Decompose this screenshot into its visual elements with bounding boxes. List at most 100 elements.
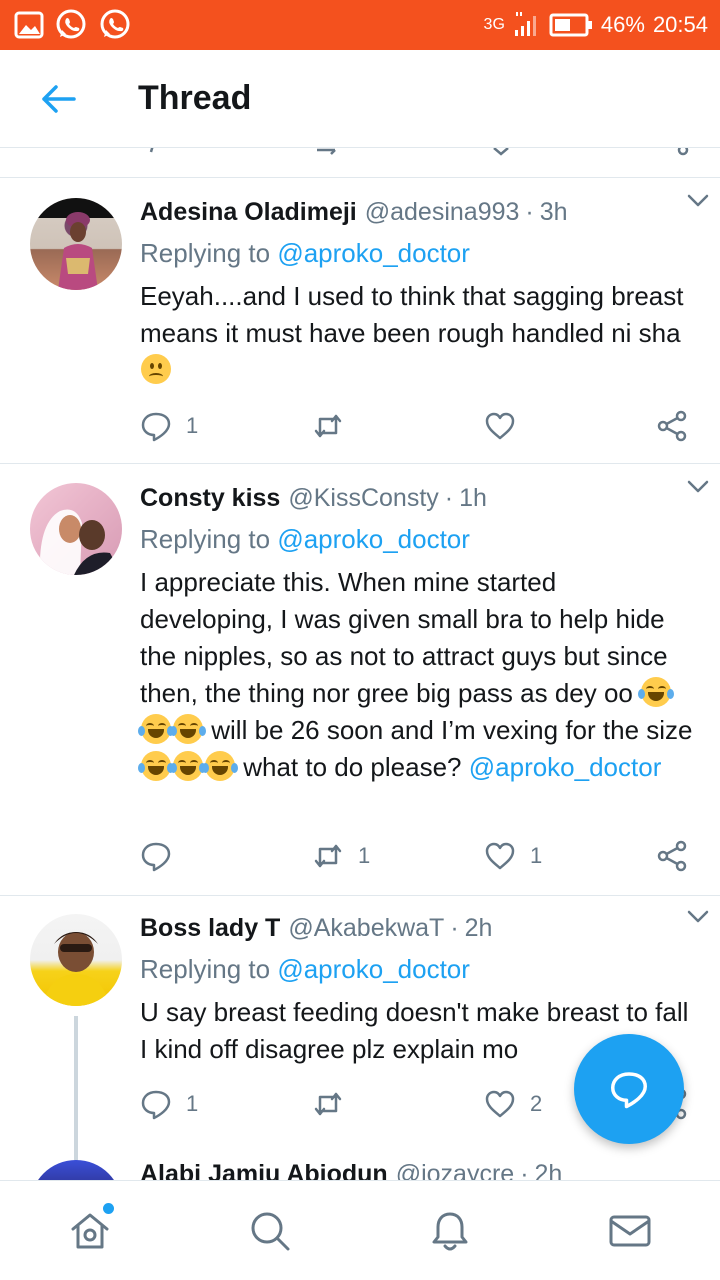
reply-button[interactable] xyxy=(140,836,186,876)
network-type: 3G xyxy=(483,16,505,33)
replying-prefix: Replying to xyxy=(140,954,271,984)
tweet-header: Consty kiss @KissConsty · 1h xyxy=(140,484,696,520)
timestamp: 3h xyxy=(539,198,568,226)
display-name[interactable]: Adesina Oladimeji xyxy=(140,198,357,227)
retweet-icon xyxy=(314,844,342,868)
back-button[interactable] xyxy=(28,69,88,129)
share-icon xyxy=(657,840,687,872)
tweet-text-part: what to do please? xyxy=(243,752,462,782)
avatar[interactable] xyxy=(30,198,122,290)
replying-to: Replying to @aproko_doctor xyxy=(140,524,696,560)
avatar-image xyxy=(39,509,122,575)
tears-of-joy-emoji-icon xyxy=(170,751,206,781)
retweet-icon xyxy=(314,414,342,438)
display-name[interactable]: Boss lady T xyxy=(140,914,280,943)
retweet-icon xyxy=(317,148,336,155)
tweet-text: Eeyah....and I used to think that saggin… xyxy=(140,278,696,389)
user-handle[interactable]: @adesina993 xyxy=(365,198,520,227)
reply-button[interactable]: 1 xyxy=(140,406,198,446)
tears-of-joy-emoji-icon xyxy=(138,714,174,744)
user-handle[interactable]: @KissConsty xyxy=(288,484,438,513)
nav-messages[interactable] xyxy=(608,1209,652,1253)
separator: · xyxy=(520,1160,529,1180)
avatar[interactable] xyxy=(30,1160,122,1180)
share-button[interactable] xyxy=(656,406,688,446)
tweet[interactable]: Adesina Oladimeji @adesina993 · 3h Reply… xyxy=(0,178,720,464)
nav-notifications[interactable] xyxy=(428,1209,472,1253)
separator: · xyxy=(525,198,534,226)
tears-of-joy-emoji-icon xyxy=(638,677,675,707)
heart-icon xyxy=(493,148,509,156)
replying-prefix: Replying to xyxy=(140,524,271,554)
notification-icons xyxy=(14,8,132,42)
timestamp: 1h xyxy=(459,484,487,512)
tweet-actions: 1 xyxy=(140,406,700,446)
like-button[interactable]: 1 xyxy=(484,836,542,876)
battery-icon xyxy=(549,13,592,37)
avatar[interactable] xyxy=(30,483,122,575)
replying-to: Replying to @aproko_doctor xyxy=(140,954,696,990)
app-header: Thread xyxy=(0,50,720,148)
whatsapp-icon xyxy=(56,9,86,39)
heart-icon xyxy=(485,1090,515,1118)
retweet-button[interactable] xyxy=(312,406,358,446)
thread-feed[interactable]: Adesina Oladimeji @adesina993 · 3h Reply… xyxy=(0,148,720,1180)
tweet-actions: 1 1 xyxy=(140,836,700,876)
tweet[interactable]: Consty kiss @KissConsty · 1h Replying to… xyxy=(0,464,720,896)
retweet-button[interactable] xyxy=(312,1084,358,1124)
like-button[interactable]: 2 xyxy=(484,1084,542,1124)
timestamp: 2h xyxy=(534,1160,563,1180)
user-handle[interactable]: @AkabekwaT xyxy=(288,914,444,943)
reply-count: 1 xyxy=(186,413,199,438)
replying-prefix: Replying to xyxy=(140,238,271,268)
separator: · xyxy=(450,914,459,942)
reply-count: 1 xyxy=(186,1091,199,1116)
share-button[interactable] xyxy=(656,836,688,876)
search-icon xyxy=(251,1212,290,1251)
reply-icon xyxy=(141,842,171,872)
chevron-down-icon[interactable] xyxy=(684,186,712,214)
chevron-down-icon[interactable] xyxy=(684,472,712,500)
like-count: 1 xyxy=(530,843,543,868)
tweet[interactable]: Alabi Jamiu Abiodun @iozaycre · 2h xyxy=(0,1160,720,1180)
heart-icon xyxy=(485,842,515,870)
bell-icon xyxy=(432,1212,468,1251)
signal-icon xyxy=(514,12,536,36)
retweet-button[interactable]: 1 xyxy=(312,836,370,876)
mention-link[interactable]: @aproko_doctor xyxy=(277,954,470,984)
tweet-header: Alabi Jamiu Abiodun @iozaycre · 2h xyxy=(140,1160,696,1180)
reply-icon xyxy=(141,1090,171,1120)
mention-link[interactable]: @aproko_doctor xyxy=(277,238,470,268)
previous-tweet-actions xyxy=(0,148,720,178)
home-icon xyxy=(71,1213,109,1249)
tweet-header: Boss lady T @AkabekwaT · 2h xyxy=(140,914,696,950)
chevron-down-icon[interactable] xyxy=(684,902,712,930)
retweet-icon xyxy=(314,1092,342,1116)
arrow-left-icon xyxy=(42,84,76,113)
clock: 20:54 xyxy=(652,12,708,37)
tears-of-joy-emoji-icon xyxy=(170,714,206,744)
tweet-text: I appreciate this. When mine started dev… xyxy=(138,564,696,786)
mail-icon xyxy=(609,1215,651,1247)
display-name[interactable]: Consty kiss xyxy=(140,484,280,513)
status-bar: 3G 46% 20:54 xyxy=(0,0,720,50)
user-handle[interactable]: @iozaycre xyxy=(396,1160,514,1180)
thread-connector-line xyxy=(74,1016,78,1180)
reply-icon xyxy=(141,412,171,442)
nav-home[interactable] xyxy=(68,1203,114,1253)
nav-search[interactable] xyxy=(248,1209,292,1253)
unread-indicator xyxy=(103,1203,114,1214)
reply-button[interactable]: 1 xyxy=(140,1084,198,1124)
tweet-content: Consty kiss @KissConsty · 1h Replying to… xyxy=(138,484,696,786)
compose-reply-button[interactable] xyxy=(574,1034,684,1144)
like-count: 2 xyxy=(530,1091,543,1116)
mention-link[interactable]: @aproko_doctor xyxy=(469,752,662,782)
avatar[interactable] xyxy=(30,914,122,1006)
tweet-text-part: I appreciate this. When mine started dev… xyxy=(140,567,668,708)
like-button[interactable] xyxy=(484,406,530,446)
page-title: Thread xyxy=(138,79,252,117)
system-indicators: 3G 46% 20:54 xyxy=(484,12,708,38)
display-name[interactable]: Alabi Jamiu Abiodun xyxy=(140,1160,388,1180)
share-icon xyxy=(677,148,689,156)
mention-link[interactable]: @aproko_doctor xyxy=(277,524,470,554)
